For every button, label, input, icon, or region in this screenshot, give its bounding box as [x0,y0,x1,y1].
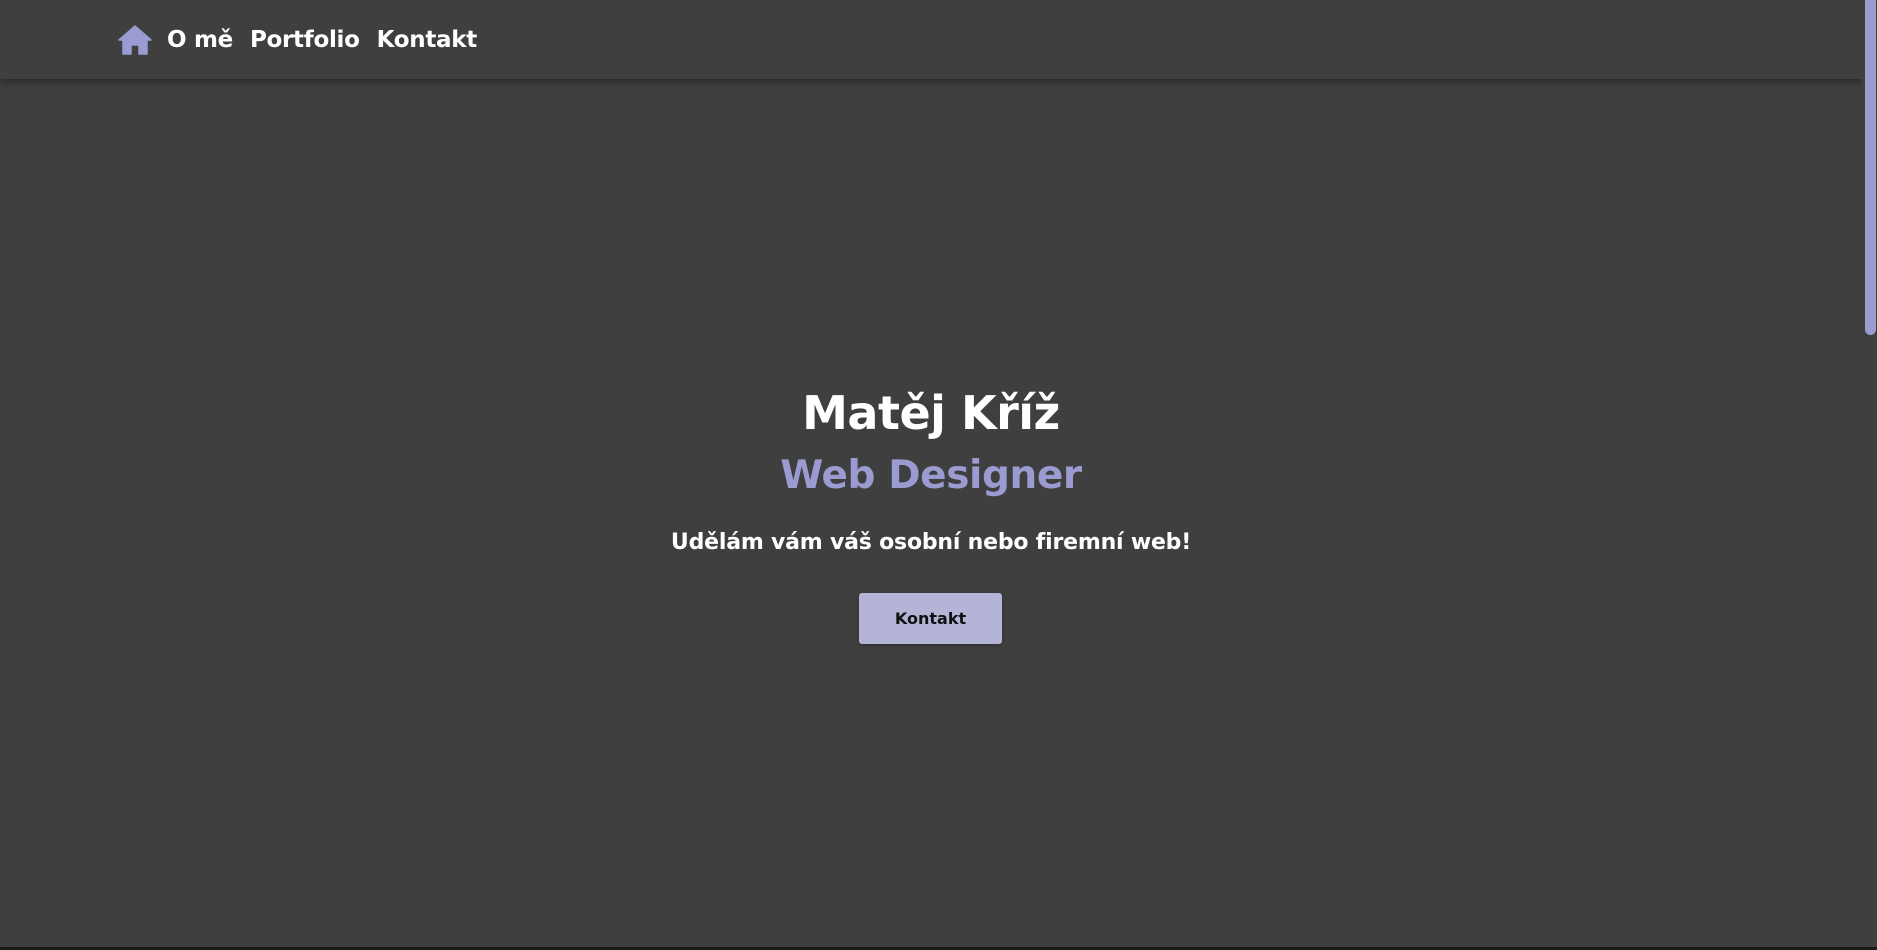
hero-role: Web Designer [780,453,1082,498]
top-navbar: O mě Portfolio Kontakt [0,0,1862,79]
hero-name: Matěj Kříž [802,386,1060,440]
page: O mě Portfolio Kontakt Matěj Kříž Web De… [0,0,1877,950]
scrollbar-thumb[interactable] [1865,0,1876,335]
hero-section: Matěj Kříž Web Designer Udělám vám váš o… [0,79,1862,947]
nav-link-about[interactable]: O mě [167,27,233,53]
nav-link-contact[interactable]: Kontakt [377,27,478,53]
home-link[interactable] [117,24,153,56]
nav-links: O mě Portfolio Kontakt [117,22,494,58]
scrollbar[interactable] [1862,0,1877,950]
hero-tagline: Udělám vám váš osobní nebo firemní web! [670,530,1192,555]
contact-button[interactable]: Kontakt [859,593,1002,644]
nav-link-portfolio[interactable]: Portfolio [250,27,360,53]
home-icon [117,24,153,56]
